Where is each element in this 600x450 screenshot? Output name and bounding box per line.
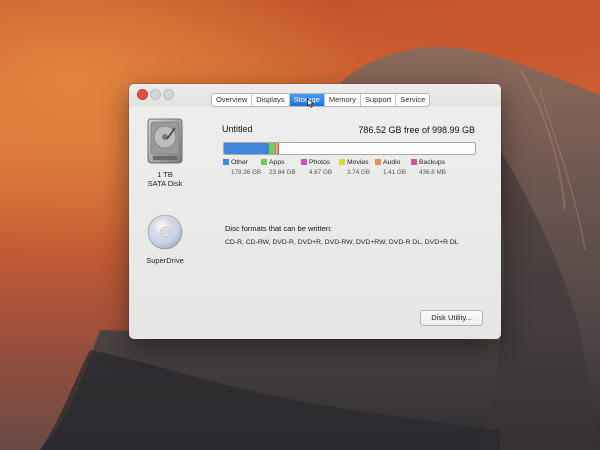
tab-bar: Overview Displays Storage Memory Support… [211,93,431,107]
tab-memory[interactable]: Memory [325,94,361,106]
legend-label: Photos [309,159,331,166]
legend-swatch-icon [261,159,267,165]
legend-size: 178.36 GB [231,169,262,176]
legend-label: Apps [269,159,285,166]
legend-swatch-icon [411,159,417,165]
legend-swatch-icon [375,159,381,165]
tab-displays[interactable]: Displays [252,94,290,106]
disk-utility-button[interactable]: Disk Utility... [420,310,483,326]
minimize-button[interactable] [150,89,161,100]
disc-formats-title: Disc formats that can be written: [225,224,333,233]
hdd-capacity: 1 TB [157,170,173,179]
legend-label: Backups [419,159,446,166]
optical-disc-icon [147,214,183,250]
usage-segment-other [224,143,269,154]
disc-formats-list: CD-R, CD-RW, DVD-R, DVD+R, DVD-RW, DVD+R… [225,239,459,246]
legend-swatch-icon [301,159,307,165]
legend-label: Movies [347,159,369,166]
zoom-button[interactable] [163,89,174,100]
about-this-mac-window: Overview Displays Storage Memory Support… [129,84,501,339]
usage-segment-backups [278,143,279,154]
tab-support[interactable]: Support [361,94,397,106]
tab-overview[interactable]: Overview [212,94,253,106]
superdrive-label: SuperDrive [146,256,184,265]
superdrive-device[interactable]: SuperDrive [141,214,189,265]
volume-name: Untitled [222,124,253,134]
hard-disk-icon [147,118,183,164]
legend-item-audio: Audio 1.41 GB [375,159,406,176]
legend-item-movies: Movies 3.74 GB [339,159,370,176]
hard-disk-device[interactable]: 1 TB SATA Disk [141,118,189,188]
legend-size: 3.74 GB [347,169,371,176]
legend-item-apps: Apps 23.84 GB [261,159,296,176]
legend-item-other: Other 178.36 GB [223,159,261,176]
close-button[interactable] [137,89,148,100]
legend-size: 4.67 GB [309,169,333,176]
storage-usage-bar [223,142,476,155]
legend-label: Other [231,159,248,166]
legend-swatch-icon [339,159,345,165]
volume-free-space: 786.52 GB free of 998.99 GB [358,125,475,135]
legend-item-backups: Backups 436.8 MB [411,159,446,176]
legend-item-photos: Photos 4.67 GB [301,159,332,176]
legend-size: 1.41 GB [383,169,407,176]
legend-size: 23.84 GB [269,169,296,176]
tab-service[interactable]: Service [396,94,429,106]
legend-size: 436.8 MB [419,169,446,176]
legend-swatch-icon [223,159,229,165]
storage-legend: Other 178.36 GB Apps 23.84 GB Photos 4.67 GB M… [223,159,493,181]
hdd-type: SATA Disk [147,179,183,188]
legend-label: Audio [383,159,401,166]
mouse-pointer-icon [307,98,315,108]
